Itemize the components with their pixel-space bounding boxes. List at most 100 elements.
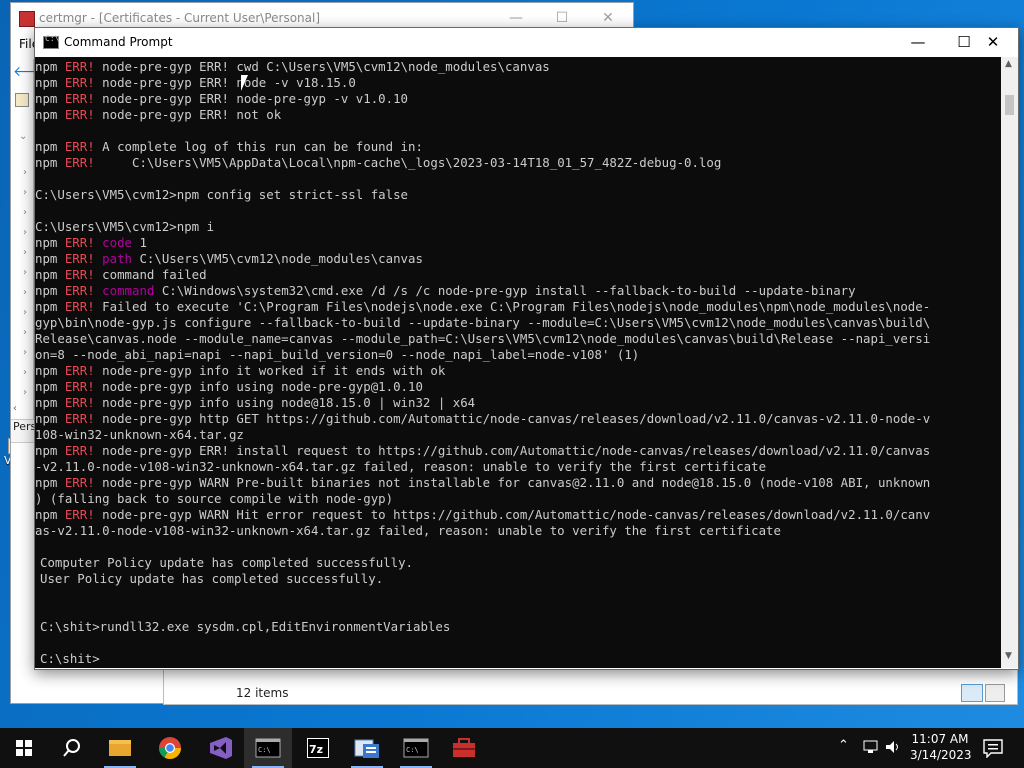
terminal-line-2: C:\shit>rundll32.exe sysdm.cpl,EditEnvir… [40,619,451,634]
terminal-line: Release\canvas.node --module_name=canvas… [35,331,930,347]
terminal-line: -v2.11.0-node-v108-win32-unknown-x64.tar… [35,459,766,475]
err-token: ERR! [64,443,95,458]
taskbar-toolbox[interactable] [440,728,488,768]
terminal-line: npm ERR! node-pre-gyp WARN Pre-built bin… [35,475,930,491]
terminal-line: npm ERR! node-pre-gyp http GET https://g… [35,411,930,427]
taskbar-file-explorer[interactable] [96,728,144,768]
windows-logo-icon [16,740,32,756]
certmgr-maximize-button[interactable]: ☐ [542,7,582,29]
taskbar-command-prompt-active[interactable]: C:\ [244,728,292,768]
chevron-right-icon[interactable]: › [23,247,27,258]
err-token: ERR! [64,75,95,90]
certmgr-app-icon [19,11,35,27]
explorer-status-text: 12 items [236,686,289,700]
text-token: Failed to execute 'C:\Program Files\node… [94,299,931,314]
err-token: ERR! [64,267,95,282]
terminal-line: npm ERR! node-pre-gyp ERR! not ok [35,107,281,123]
svg-text:C:\: C:\ [258,746,271,754]
chevron-right-icon[interactable]: › [23,307,27,318]
scrollbar-thumb[interactable] [1005,95,1014,115]
chevron-right-icon[interactable]: › [23,327,27,338]
err-token: ERR! [64,299,95,314]
command-prompt-window: C:\ Command Prompt — ☐ ✕ npm ERR! node-p… [34,27,1019,670]
taskbar-chrome[interactable] [146,728,194,768]
terminal-line: npm ERR! command failed [35,267,207,283]
err-token: ERR! [64,283,95,298]
text-token: as-v2.11.0-node-v108-win32-unknown-x64.t… [35,523,781,538]
certmgr-close-button[interactable]: ✕ [588,7,628,29]
terminal-line-2: Computer Policy update has completed suc… [40,555,413,570]
chevron-right-icon[interactable]: › [23,287,27,298]
search-button[interactable] [48,728,96,768]
chevron-down-icon[interactable]: ⌄ [19,131,27,142]
chevron-right-icon[interactable]: › [23,227,27,238]
cmd-vertical-scrollbar[interactable]: ▲ ▼ [1001,57,1018,668]
terminal-output[interactable]: npm ERR! node-pre-gyp ERR! cwd C:\Users\… [35,57,1001,668]
text-token: npm [35,283,65,298]
certmgr-side-tab[interactable]: Pers [11,419,36,443]
terminal-line: npm ERR! node-pre-gyp info it worked if … [35,363,445,379]
clock[interactable]: 11:07 AM 3/14/2023 [910,732,972,762]
cert-manager-icon [354,739,379,758]
chevron-right-icon[interactable]: › [23,207,27,218]
text-token: on=8 --node_abi_napi=napi --napi_build_v… [35,347,640,362]
text-token: node-pre-gyp info it worked if it ends w… [94,363,446,378]
terminal-line: npm ERR! A complete log of this run can … [35,139,423,155]
err-token: ERR! [64,411,95,426]
chevron-right-icon[interactable]: › [23,367,27,378]
chevron-right-icon[interactable]: › [23,167,27,178]
taskbar: C:\ 7z C:\ ⌃ 11:07 AM 3/14/2023 [0,728,1024,768]
taskbar-command-prompt-2[interactable]: C:\ [392,728,440,768]
text-token: C:\Windows\system32\cmd.exe /d /s /c nod… [154,283,856,298]
terminal-line: npm ERR! node-pre-gyp info using node@18… [35,395,475,411]
text-token: command failed [94,267,207,282]
scroll-up-icon[interactable]: ▲ [1005,59,1012,69]
taskbar-visual-studio[interactable] [196,728,244,768]
network-icon[interactable] [862,738,880,756]
text-token: node-pre-gyp ERR! node-pre-gyp -v v1.0.1… [94,91,408,106]
text-token: node-pre-gyp WARN Pre-built binaries not… [94,475,931,490]
text-token: node-pre-gyp ERR! cwd C:\Users\VM5\cvm12… [94,59,550,74]
text-token: node-pre-gyp ERR! node -v v18.15.0 [94,75,356,90]
terminal-line: npm ERR! node-pre-gyp ERR! node-pre-gyp … [35,91,408,107]
err-token: ERR! [64,91,95,106]
taskbar-7zip[interactable]: 7z [294,728,342,768]
chevron-right-icon[interactable]: › [23,347,27,358]
terminal-line-2: User Policy update has completed success… [40,571,384,586]
cmd-titlebar[interactable]: C:\ Command Prompt — ☐ ✕ [35,28,1018,57]
terminal-line: npm ERR! node-pre-gyp ERR! node -v v18.1… [35,75,356,91]
text-token: npm [35,59,65,74]
terminal-line: 108-win32-unknown-x64.tar.gz [35,427,244,443]
scroll-left-icon[interactable]: ‹ [13,403,17,414]
err-token: ERR! [64,59,95,74]
scroll-down-icon[interactable]: ▼ [1005,651,1012,661]
start-button[interactable] [0,728,48,768]
cmd-minimize-button[interactable]: — [895,28,941,57]
tray-overflow-chevron-icon[interactable]: ⌃ [838,738,849,753]
details-view-icon[interactable] [961,684,983,702]
err-token: ERR! [64,251,95,266]
chrome-icon [159,737,181,759]
text-token: npm [35,251,65,266]
text-token: npm [35,235,65,250]
chevron-right-icon[interactable]: › [23,267,27,278]
chevron-right-icon[interactable]: › [23,187,27,198]
taskbar-cert-manager[interactable] [343,728,391,768]
terminal-line: npm ERR! Failed to execute 'C:\Program F… [35,299,930,315]
cmd-close-button[interactable]: ✕ [968,28,1018,57]
terminal-line: npm ERR! C:\Users\VM5\AppData\Local\npm-… [35,155,721,171]
certmgr-left-pane: 🡐 ⌄ › › › › › › › › › › › › ‹ [11,59,51,439]
keyword-token: path [102,251,132,266]
folder-icon[interactable] [15,93,29,107]
large-icons-view-icon[interactable] [985,684,1005,702]
err-token: ERR! [64,363,95,378]
terminal-line: gyp\bin\node-gyp.js configure --fallback… [35,315,930,331]
terminal-line: npm ERR! node-pre-gyp ERR! cwd C:\Users\… [35,59,550,75]
chevron-right-icon[interactable]: › [23,387,27,398]
certmgr-minimize-button[interactable]: — [496,7,536,29]
notifications-icon[interactable] [982,738,1004,758]
text-token: C:\Users\VM5\cvm12>npm i [35,219,215,234]
text-token: gyp\bin\node-gyp.js configure --fallback… [35,315,931,330]
text-token: npm [35,379,65,394]
volume-icon[interactable] [884,738,902,756]
